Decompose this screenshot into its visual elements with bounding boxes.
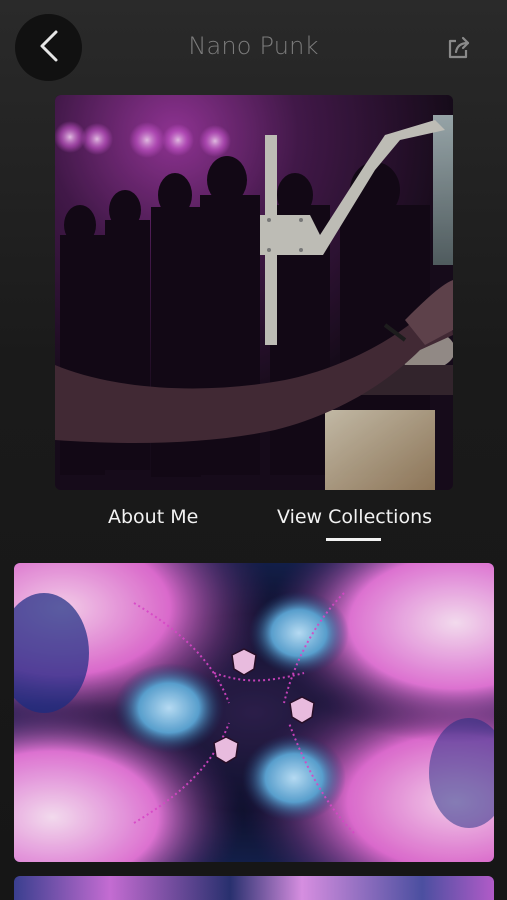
tab-view-collections[interactable]: View Collections <box>277 506 432 528</box>
collection-card[interactable] <box>14 876 494 900</box>
active-tab-indicator <box>326 538 381 541</box>
collection-card[interactable] <box>14 563 494 862</box>
page-title: Nano Punk <box>188 32 319 60</box>
app-screen: Nano Punk About Me View Collections <box>0 0 507 900</box>
profile-tabs: About Me View Collections <box>0 506 507 546</box>
profile-photo <box>55 95 453 490</box>
collection-artwork <box>14 876 494 900</box>
share-button[interactable] <box>447 36 473 60</box>
share-icon <box>447 36 473 64</box>
tab-about-me[interactable]: About Me <box>108 506 198 528</box>
collection-artwork <box>14 563 494 862</box>
